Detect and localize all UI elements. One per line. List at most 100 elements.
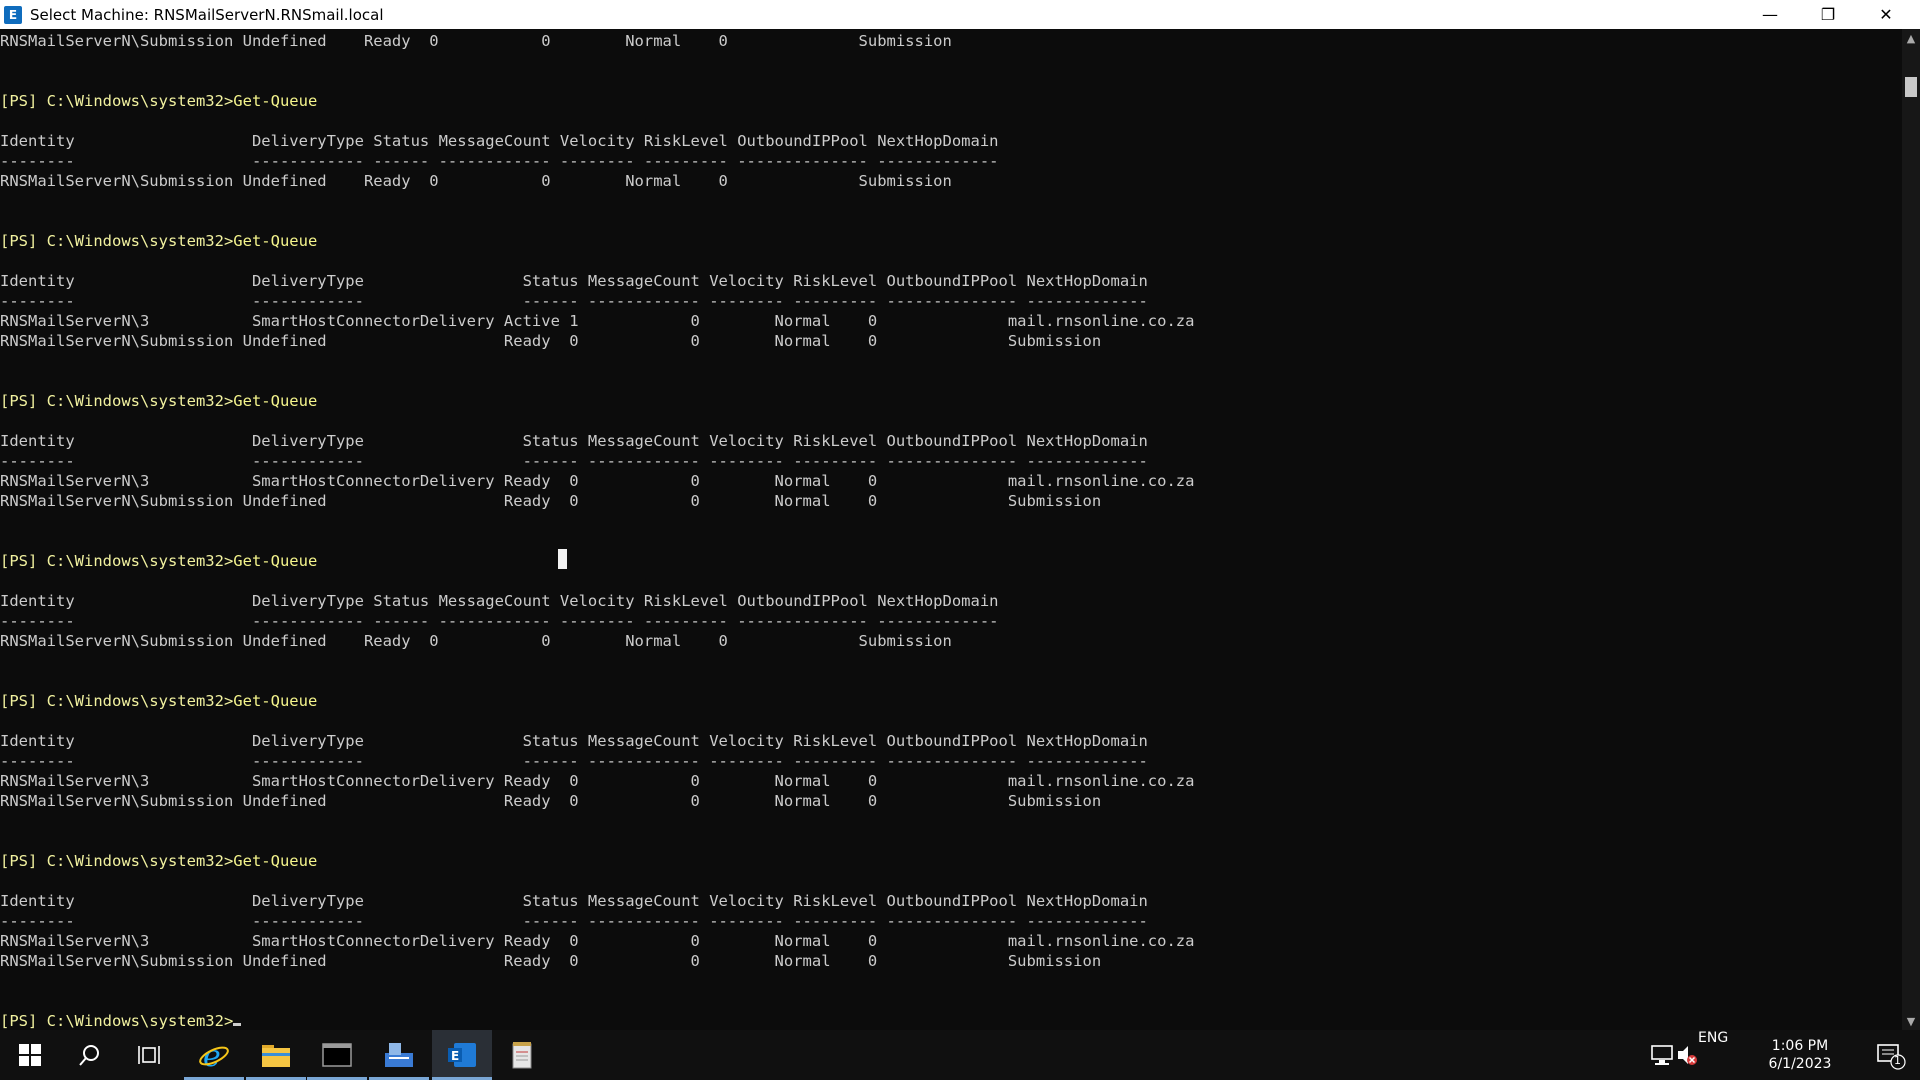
prompt-text: [PS] C:\Windows\system32> (0, 392, 234, 410)
notepad-icon (512, 1042, 532, 1069)
console-output-line: -------- ------------ ------ -----------… (0, 452, 1148, 470)
console-output-line: RNSMailServerN\Submission Undefined Read… (0, 32, 952, 50)
console-output-line: RNSMailServerN\3 SmartHostConnectorDeliv… (0, 312, 1195, 330)
input-language[interactable]: ENG (1698, 1030, 1728, 1080)
clock[interactable]: 1:06 PM 6/1/2023 (1750, 1037, 1850, 1073)
window-title: Select Machine: RNSMailServerN.RNSmail.l… (30, 5, 384, 24)
task-view-button[interactable] (120, 1030, 180, 1080)
console-output-line: -------- ------------ ------ -----------… (0, 612, 999, 630)
console-output-line: Identity DeliveryType Status MessageCoun… (0, 272, 1148, 290)
taskbar-internet-explorer[interactable]: e (184, 1030, 244, 1080)
console-output-line: Identity DeliveryType Status MessageCoun… (0, 432, 1148, 450)
notifications-button[interactable]: 1 (1876, 1042, 1906, 1070)
console-output-line: -------- ------------ ------ -----------… (0, 292, 1148, 310)
clock-time: 1:06 PM (1771, 1038, 1829, 1054)
console-output-line: RNSMailServerN\3 SmartHostConnectorDeliv… (0, 932, 1195, 950)
taskbar-command-prompt[interactable] (307, 1030, 367, 1080)
volume-muted-icon[interactable] (1676, 1043, 1698, 1071)
console-prompt-line: [PS] C:\Windows\system32>Get-Queue (0, 91, 1194, 111)
exchange-app-icon: E (4, 5, 22, 24)
command-prompt-icon (322, 1043, 352, 1067)
command-text: Get-Queue (233, 852, 318, 870)
console-lines: RNSMailServerN\Submission Undefined Read… (0, 31, 1194, 1030)
console-output-line: RNSMailServerN\Submission Undefined Read… (0, 172, 952, 190)
console-output-line: -------- ------------ ------ -----------… (0, 152, 999, 170)
prompt-text: [PS] C:\Windows\system32> (0, 232, 234, 250)
windows-logo-icon (19, 1044, 41, 1066)
prompt-text: [PS] C:\Windows\system32> (0, 852, 234, 870)
console-prompt-line: [PS] C:\Windows\system32>Get-Queue (0, 691, 1194, 711)
console-prompt-line: [PS] C:\Windows\system32>Get-Queue (0, 391, 1194, 411)
exchange-shell-icon: E (448, 1043, 476, 1067)
console-output-line: -------- ------------ ------ -----------… (0, 912, 1148, 930)
server-manager-icon (385, 1043, 413, 1067)
clock-date: 6/1/2023 (1768, 1056, 1832, 1072)
system-tray: ENG 1:06 PM 6/1/2023 1 (1650, 1030, 1920, 1080)
taskbar-server-manager[interactable] (369, 1030, 429, 1080)
search-icon (79, 1045, 99, 1066)
title-bar: E Select Machine: RNSMailServerN.RNSmail… (0, 0, 1920, 29)
command-text: Get-Queue (233, 232, 318, 250)
console-output-line: RNSMailServerN\Submission Undefined Read… (0, 632, 952, 650)
console-output-line: RNSMailServerN\3 SmartHostConnectorDeliv… (0, 472, 1195, 490)
console-output-line: Identity DeliveryType Status MessageCoun… (0, 592, 999, 610)
taskbar-file-explorer[interactable] (246, 1030, 306, 1080)
console-output-line: RNSMailServerN\Submission Undefined Read… (0, 492, 1102, 510)
command-text: Get-Queue (233, 92, 318, 110)
prompt-text: [PS] C:\Windows\system32> (0, 692, 234, 710)
taskbar: e E ENG 1:06 PM 6/1/2023 1 (0, 1030, 1920, 1080)
scroll-down-button[interactable]: ▼ (1902, 1012, 1920, 1030)
mouse-text-cursor (558, 549, 567, 569)
start-button[interactable] (0, 1030, 60, 1080)
text-caret (233, 1023, 242, 1026)
close-button[interactable]: ✕ (1857, 0, 1915, 29)
command-text: Get-Queue (233, 392, 318, 410)
scroll-up-button[interactable]: ▲ (1902, 29, 1920, 47)
task-view-icon (138, 1046, 160, 1064)
console-output-line: RNSMailServerN\Submission Undefined Read… (0, 332, 1102, 350)
scroll-thumb[interactable] (1905, 77, 1917, 97)
vertical-scrollbar[interactable]: ▲ ▼ (1902, 29, 1920, 1030)
console-prompt-line: [PS] C:\Windows\system32> (0, 1011, 1194, 1030)
console-output-line: RNSMailServerN\Submission Undefined Read… (0, 952, 1102, 970)
notification-count: 1 (1894, 1054, 1901, 1067)
console-output[interactable]: RNSMailServerN\Submission Undefined Read… (0, 29, 1902, 1030)
console-output-line: RNSMailServerN\Submission Undefined Read… (0, 792, 1102, 810)
prompt-text: [PS] C:\Windows\system32> (0, 92, 234, 110)
maximize-button[interactable]: ❐ (1799, 0, 1857, 29)
minimize-button[interactable]: — (1741, 0, 1799, 29)
command-text: Get-Queue (233, 552, 318, 570)
prompt-text: [PS] C:\Windows\system32> (0, 1012, 234, 1030)
command-text: Get-Queue (233, 692, 318, 710)
console-prompt-line: [PS] C:\Windows\system32>Get-Queue (0, 551, 1194, 571)
search-button[interactable] (60, 1030, 120, 1080)
action-center-icon (1877, 1044, 1906, 1070)
file-explorer-icon (262, 1045, 290, 1067)
taskbar-exchange-management-shell[interactable]: E (432, 1030, 492, 1080)
console-output-line: Identity DeliveryType Status MessageCoun… (0, 892, 1148, 910)
console-prompt-line: [PS] C:\Windows\system32>Get-Queue (0, 851, 1194, 871)
network-icon[interactable] (1650, 1043, 1674, 1071)
console-output-line: Identity DeliveryType Status MessageCoun… (0, 732, 1148, 750)
console-output-line: Identity DeliveryType Status MessageCoun… (0, 132, 999, 150)
taskbar-notepad[interactable] (492, 1030, 552, 1080)
